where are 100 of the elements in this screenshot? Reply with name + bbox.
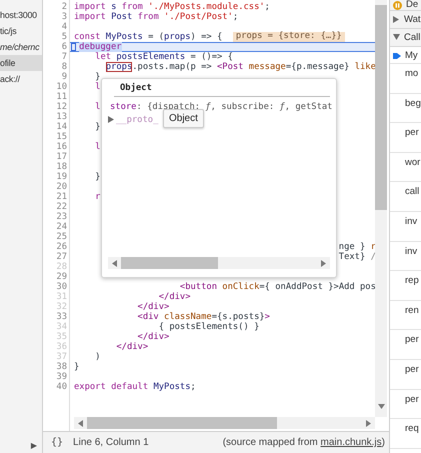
- call-frame[interactable]: req: [405, 423, 419, 434]
- file-tree-item[interactable]: tic/js: [0, 23, 42, 39]
- scrollbar-thumb[interactable]: [87, 417, 277, 429]
- code-line: import s from './MyPosts.module.css';: [74, 2, 270, 12]
- horizontal-scrollbar[interactable]: [108, 257, 330, 269]
- source-map-note: (source mapped from main.chunk.js): [222, 437, 385, 448]
- line-number: 40: [55, 382, 67, 392]
- expand-arrow-icon[interactable]: [108, 116, 114, 123]
- scroll-down-icon[interactable]: [378, 404, 384, 409]
- line-number: 20: [55, 182, 67, 192]
- scrollbar-thumb[interactable]: [375, 5, 387, 210]
- line-number: 35: [55, 332, 67, 342]
- code-line: r: [95, 192, 100, 202]
- line-number: 37: [55, 352, 67, 362]
- line-number: 39: [55, 372, 67, 382]
- code-line: </div>: [116, 342, 148, 352]
- line-number: 13: [55, 112, 67, 122]
- line-number: 38: [55, 362, 67, 372]
- file-tree-item[interactable]: host:3000: [0, 7, 42, 23]
- call-frame[interactable]: rep: [405, 275, 419, 286]
- file-tree-item[interactable]: me/chernc: [0, 39, 42, 55]
- code-line: </div>: [138, 332, 170, 342]
- line-number: 28: [55, 262, 67, 272]
- line-number: 19: [55, 172, 67, 182]
- line-number: 23: [55, 212, 67, 222]
- line-number: 5: [60, 32, 67, 42]
- collapse-arrow-icon[interactable]: [393, 34, 400, 41]
- line-number: 25: [55, 232, 67, 242]
- line-number: 8: [60, 62, 67, 72]
- line-number: 26: [55, 242, 67, 252]
- pretty-print-button[interactable]: {}: [51, 437, 64, 448]
- scrollbar-thumb[interactable]: [121, 257, 218, 269]
- call-frame[interactable]: inv: [405, 246, 418, 257]
- code-line: }: [95, 172, 100, 182]
- file-tree-item[interactable]: ack://: [0, 71, 42, 87]
- line-number: 34: [55, 322, 67, 332]
- code-line: </div>: [138, 302, 170, 312]
- line-number: 32: [55, 302, 67, 312]
- call-frame[interactable]: My: [405, 50, 418, 61]
- code-line: Text} /: [338, 252, 375, 262]
- file-tree-item[interactable]: ofile: [0, 55, 42, 71]
- code-line: ): [95, 352, 100, 362]
- cursor-position: Line 6, Column 1: [73, 437, 149, 448]
- line-number: 16: [55, 142, 67, 152]
- call-frame[interactable]: ren: [405, 304, 419, 316]
- scroll-left-icon[interactable]: [112, 260, 117, 266]
- code-line: }: [95, 72, 100, 82]
- line-number: 29: [55, 272, 67, 282]
- scroll-left-icon[interactable]: [78, 420, 83, 426]
- call-frame[interactable]: per: [405, 364, 419, 375]
- call-frame[interactable]: beg: [405, 98, 421, 109]
- call-frame[interactable]: per: [405, 334, 419, 346]
- line-number: 3: [60, 12, 67, 22]
- expand-toggle[interactable]: ▶: [30, 441, 37, 450]
- call-frame[interactable]: wor: [405, 156, 420, 168]
- line-number: 24: [55, 222, 67, 232]
- line-number: 4: [60, 22, 67, 32]
- code-line: const MyPosts = (props) => {: [74, 32, 222, 42]
- call-frame[interactable]: inv: [405, 216, 418, 227]
- line-number: 36: [55, 342, 67, 352]
- call-frame[interactable]: mo: [405, 68, 418, 79]
- code-line: import Post from './Post/Post';: [74, 12, 238, 22]
- horizontal-scrollbar[interactable]: [74, 417, 375, 429]
- call-frame[interactable]: per: [405, 394, 419, 405]
- call-frame[interactable]: call: [405, 186, 420, 198]
- property-text[interactable]: store: {dispatch: ƒ, subscribe: ƒ, getStat: [110, 102, 332, 112]
- popover-title: Object: [119, 83, 152, 94]
- code-line: l: [95, 82, 100, 92]
- code-line: <div className={s.posts}>: [138, 312, 270, 322]
- inline-value: props = {store: {…}}: [232, 32, 345, 42]
- line-number: 27: [55, 252, 67, 262]
- line-number: 14: [55, 122, 67, 132]
- code-line: l: [95, 142, 100, 152]
- line-number: 15: [55, 132, 67, 142]
- line-number: 11: [55, 92, 67, 102]
- line-number: 2: [60, 2, 67, 12]
- code-line: </div>: [158, 292, 191, 302]
- line-number: 10: [55, 82, 67, 92]
- line-number: 21: [55, 192, 67, 202]
- line-number: 22: [55, 202, 67, 212]
- call-frame[interactable]: per: [405, 127, 419, 138]
- vertical-scrollbar[interactable]: [375, 0, 387, 417]
- code-line: { postsElements() }: [158, 322, 260, 332]
- line-number: 33: [55, 312, 67, 322]
- line-number: 30: [55, 282, 67, 292]
- text-cursor: [71, 43, 76, 51]
- scroll-right-icon[interactable]: [321, 260, 326, 266]
- scroll-right-icon[interactable]: [366, 420, 371, 426]
- code-line: }: [95, 122, 100, 132]
- code-line: let postsElements = ()=> {: [95, 52, 233, 62]
- source-link[interactable]: main.chunk.js: [320, 437, 382, 448]
- line-number: 18: [55, 162, 67, 172]
- expand-arrow-icon[interactable]: [393, 16, 400, 23]
- tooltip: Object: [163, 109, 204, 128]
- line-number: 31: [55, 292, 67, 302]
- line-number: 17: [55, 152, 67, 162]
- line-number: 9: [60, 72, 67, 82]
- line-number: 7: [60, 52, 67, 62]
- code-line: export default MyPosts;: [74, 382, 196, 392]
- code-line: }: [74, 362, 80, 372]
